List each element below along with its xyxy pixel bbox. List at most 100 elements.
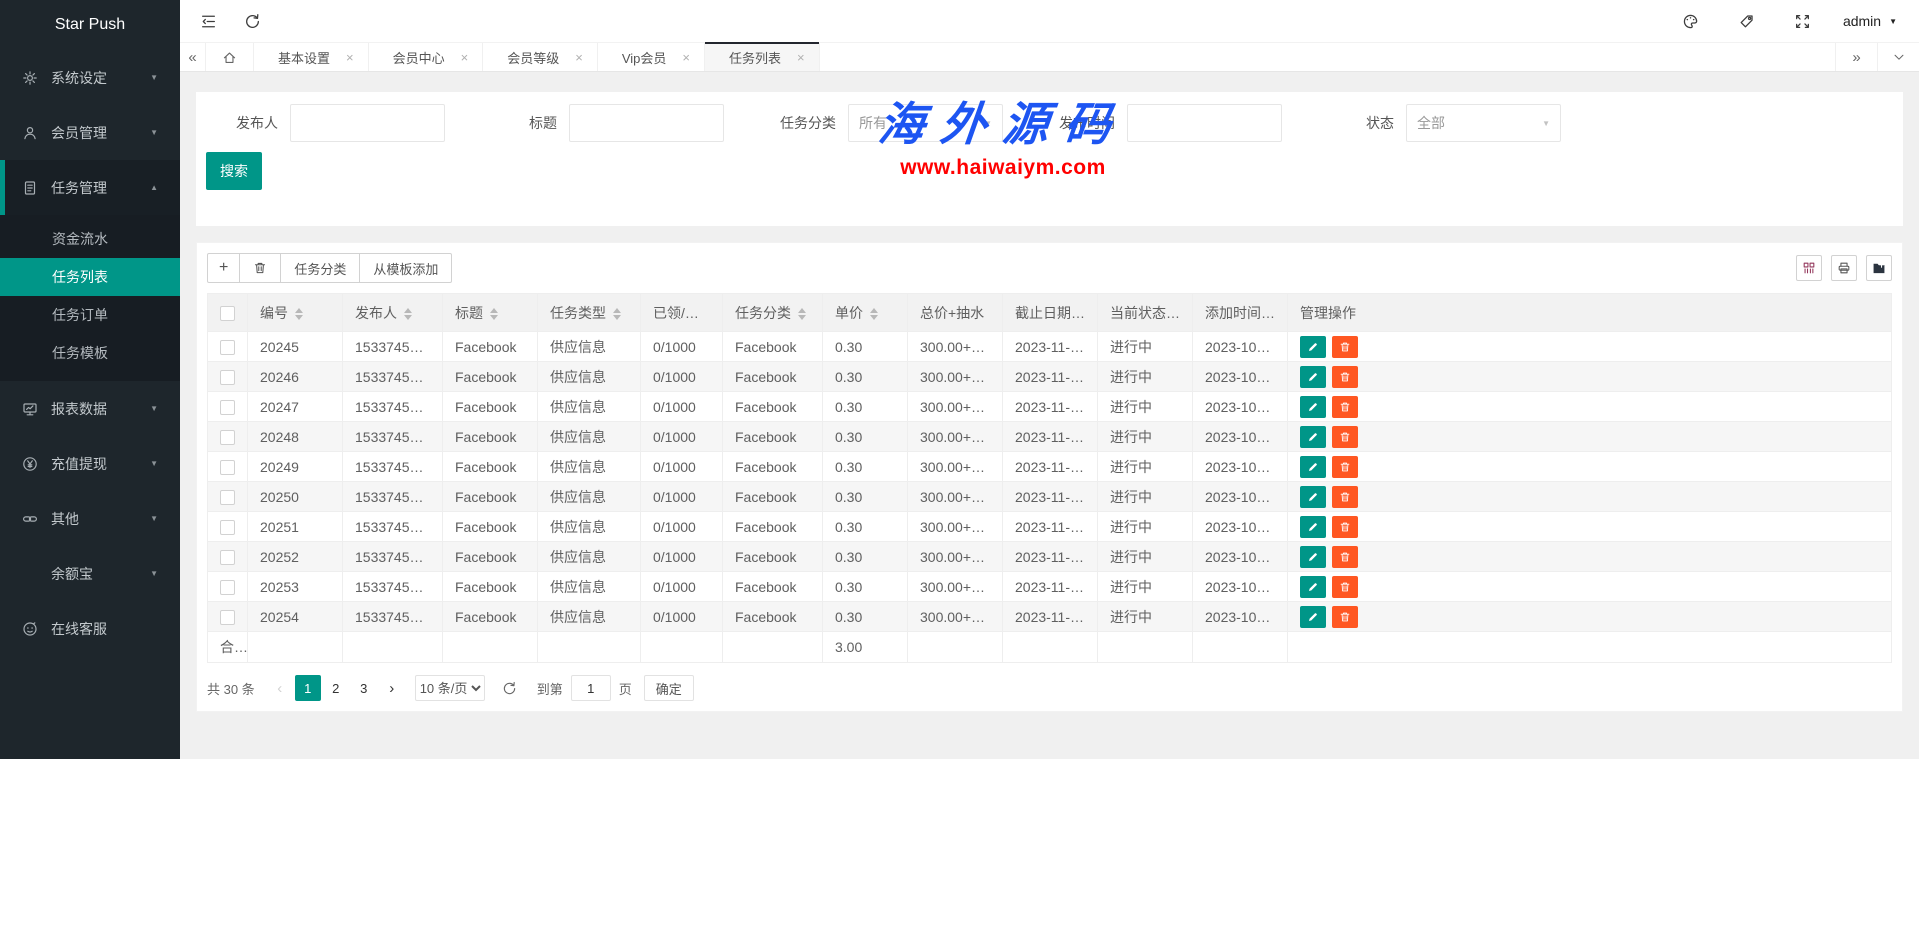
edit-task-button[interactable]	[1300, 426, 1326, 448]
row-checkbox[interactable]	[220, 370, 235, 385]
sidebar-item-fund-flow[interactable]: 资金流水	[0, 220, 180, 258]
column-header-label: 编号	[260, 305, 288, 321]
delete-task-button[interactable]	[1332, 516, 1358, 538]
sidebar-item-member-management[interactable]: 会员管理▼	[0, 105, 180, 160]
close-tab-icon[interactable]: ×	[346, 50, 354, 65]
close-tab-icon[interactable]: ×	[461, 50, 469, 65]
delete-task-button[interactable]	[1332, 426, 1358, 448]
tab-operations-menu-icon[interactable]	[1877, 43, 1919, 71]
column-header-label: 总价+抽水	[920, 305, 984, 321]
page-button-2[interactable]: 2	[323, 675, 349, 701]
sidebar-item-task-orders[interactable]: 任务订单	[0, 296, 180, 334]
edit-task-button[interactable]	[1300, 366, 1326, 388]
delete-task-button[interactable]	[1332, 546, 1358, 568]
page-button-1[interactable]: 1	[295, 675, 321, 701]
edit-task-button[interactable]	[1300, 486, 1326, 508]
sidebar-item-recharge-withdraw[interactable]: 充值提现▼	[0, 436, 180, 491]
column-header-publisher[interactable]: 发布人	[343, 294, 443, 332]
close-tab-icon[interactable]: ×	[682, 50, 690, 65]
row-checkbox[interactable]	[220, 430, 235, 445]
scroll-tabs-left-icon[interactable]: «	[180, 43, 206, 71]
tab-basic-settings[interactable]: 基本设置×	[254, 43, 369, 71]
delete-task-button[interactable]	[1332, 396, 1358, 418]
confirm-page-button[interactable]: 确定	[644, 675, 694, 701]
delete-task-button[interactable]	[1332, 366, 1358, 388]
edit-task-button[interactable]	[1300, 456, 1326, 478]
tab-vip-member[interactable]: Vip会员×	[598, 43, 705, 71]
close-tab-icon[interactable]: ×	[797, 50, 805, 65]
column-header-price[interactable]: 单价	[823, 294, 908, 332]
print-button[interactable]	[1831, 255, 1857, 281]
edit-task-button[interactable]	[1300, 606, 1326, 628]
export-button[interactable]	[1866, 255, 1892, 281]
page-button-3[interactable]: 3	[351, 675, 377, 701]
edit-task-button[interactable]	[1300, 336, 1326, 358]
sidebar-item-others[interactable]: 其他▼	[0, 491, 180, 546]
row-checkbox[interactable]	[220, 580, 235, 595]
status-select[interactable]: 全部▼	[1406, 104, 1561, 142]
edit-task-button[interactable]	[1300, 396, 1326, 418]
column-header-task_type[interactable]: 任务类型	[538, 294, 641, 332]
row-checkbox[interactable]	[220, 550, 235, 565]
next-page-button[interactable]: ›	[379, 675, 405, 701]
goto-page-input[interactable]	[571, 675, 611, 701]
delete-task-button[interactable]	[1332, 456, 1358, 478]
delete-task-button[interactable]	[1332, 486, 1358, 508]
scroll-tabs-right-icon[interactable]: »	[1835, 43, 1877, 71]
sidebar-item-yuebao[interactable]: 余额宝▼	[0, 546, 180, 601]
admin-menu[interactable]: admin ▼	[1843, 13, 1897, 29]
refresh-page-icon[interactable]	[236, 5, 268, 37]
tab-task-list[interactable]: 任务列表×	[705, 43, 820, 71]
sidebar-item-online-service[interactable]: 在线客服	[0, 601, 180, 656]
sidebar-item-task-management[interactable]: 任务管理▲	[0, 160, 180, 215]
cell-task_type: 供应信息	[538, 572, 641, 602]
edit-task-button[interactable]	[1300, 576, 1326, 598]
home-tab[interactable]	[206, 43, 254, 71]
edit-task-button[interactable]	[1300, 516, 1326, 538]
sidebar-item-report-data[interactable]: 报表数据▼	[0, 381, 180, 436]
edit-task-button[interactable]	[1300, 546, 1326, 568]
add-button[interactable]: +	[207, 253, 240, 283]
column-header-checkbox[interactable]	[208, 294, 248, 332]
column-header-id[interactable]: 编号	[248, 294, 343, 332]
cell-category: Facebook	[723, 332, 823, 362]
filter-columns-button[interactable]	[1796, 255, 1822, 281]
sidebar-item-task-templates[interactable]: 任务模板	[0, 334, 180, 372]
title-input[interactable]	[569, 104, 724, 142]
delete-task-button[interactable]	[1332, 576, 1358, 598]
collapse-sidebar-icon[interactable]	[192, 5, 224, 37]
cell-status: 进行中	[1098, 392, 1193, 422]
tab-member-level[interactable]: 会员等级×	[483, 43, 598, 71]
row-checkbox[interactable]	[220, 610, 235, 625]
task-category-select[interactable]: 所有▼	[848, 104, 1003, 142]
pagination-refresh-icon[interactable]	[497, 675, 523, 701]
prev-page-button[interactable]: ‹	[267, 675, 293, 701]
tab-member-center[interactable]: 会员中心×	[369, 43, 484, 71]
delete-button[interactable]	[239, 253, 281, 283]
page-size-select[interactable]: 10 条/页	[415, 675, 485, 701]
publisher-input[interactable]	[290, 104, 445, 142]
task-category-button[interactable]: 任务分类	[280, 253, 360, 283]
select-all-checkbox[interactable]	[220, 306, 235, 321]
row-checkbox[interactable]	[220, 460, 235, 475]
row-checkbox[interactable]	[220, 400, 235, 415]
sidebar-item-system-settings[interactable]: 系统设定▼	[0, 50, 180, 105]
theme-palette-icon[interactable]	[1675, 5, 1707, 37]
row-checkbox[interactable]	[220, 520, 235, 535]
sidebar-item-task-list[interactable]: 任务列表	[0, 258, 180, 296]
fullscreen-icon[interactable]	[1787, 5, 1819, 37]
row-checkbox[interactable]	[220, 490, 235, 505]
column-header-category[interactable]: 任务分类	[723, 294, 823, 332]
column-header-deadline[interactable]: 截止日期	[1003, 294, 1098, 332]
delete-task-button[interactable]	[1332, 606, 1358, 628]
close-tab-icon[interactable]: ×	[575, 50, 583, 65]
column-header-added[interactable]: 添加时间	[1193, 294, 1288, 332]
tag-icon[interactable]	[1731, 5, 1763, 37]
delete-task-button[interactable]	[1332, 336, 1358, 358]
column-header-status[interactable]: 当前状态	[1098, 294, 1193, 332]
search-button[interactable]: 搜索	[206, 152, 262, 190]
publish-time-input[interactable]	[1127, 104, 1282, 142]
column-header-title[interactable]: 标题	[443, 294, 538, 332]
add-from-template-button[interactable]: 从模板添加	[359, 253, 452, 283]
row-checkbox[interactable]	[220, 340, 235, 355]
